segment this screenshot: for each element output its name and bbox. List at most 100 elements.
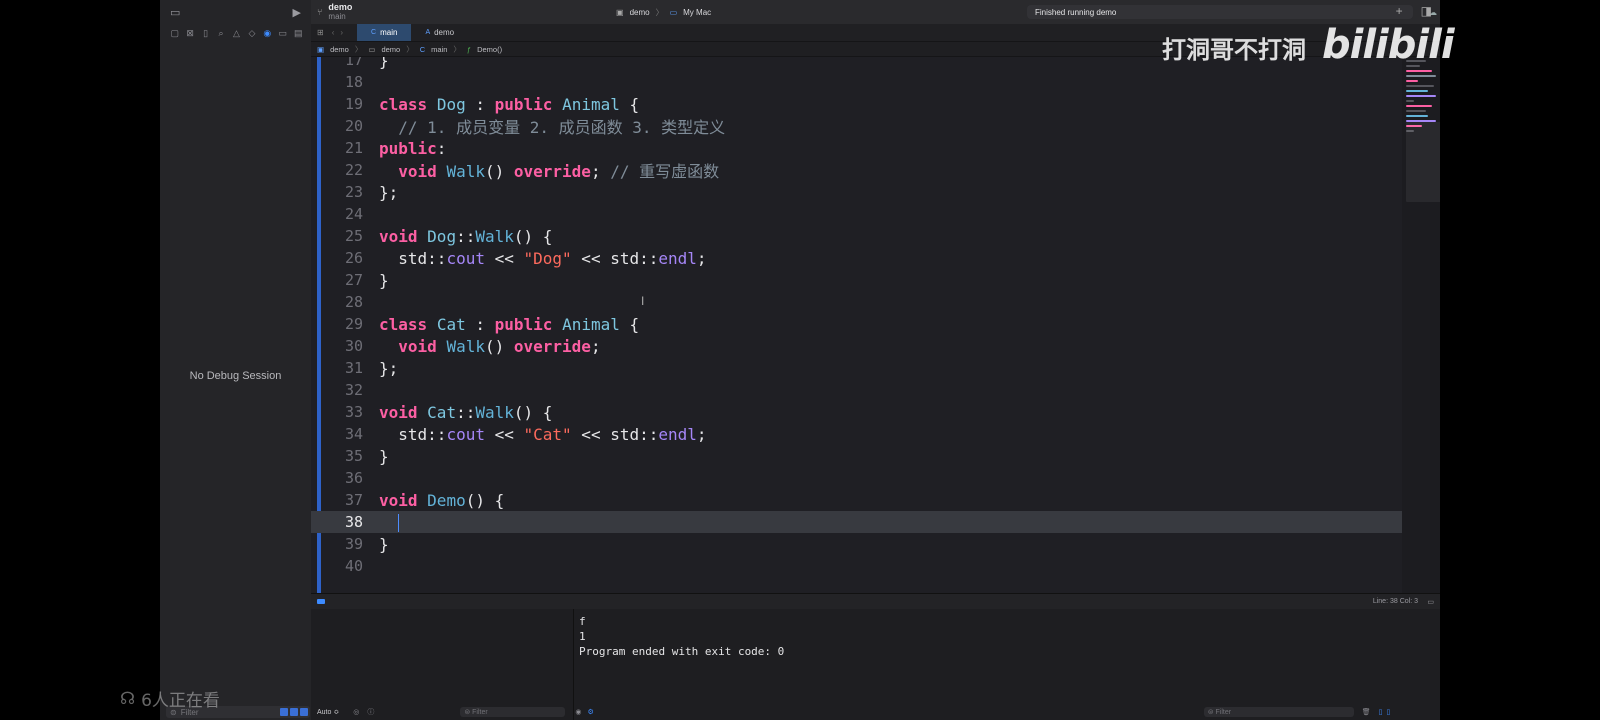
console-line: 1 bbox=[579, 630, 586, 643]
line-number: 18 bbox=[344, 73, 363, 91]
filter-icon: ⊜ bbox=[1207, 709, 1216, 716]
line-number: 36 bbox=[344, 469, 363, 487]
line-number: 33 bbox=[344, 403, 363, 421]
toolbar-right: + ◨ bbox=[1396, 4, 1432, 18]
code-line: 35} bbox=[311, 445, 1402, 467]
code-text: std::cout << "Cat" << std::endl; bbox=[379, 424, 707, 444]
line-number: 24 bbox=[344, 205, 363, 223]
minimap[interactable] bbox=[1402, 57, 1440, 593]
source-editor[interactable]: 17} 18 19 class Dog : public Animal { 20 … bbox=[311, 57, 1402, 593]
code-line: 34 std::cout << "Cat" << std::endl; bbox=[311, 423, 1402, 445]
tab-main[interactable]: C main bbox=[357, 24, 412, 41]
line-number: 38 bbox=[344, 513, 363, 531]
console-line: Program ended with exit code: 0 bbox=[579, 645, 785, 658]
run-button[interactable]: ▶ bbox=[293, 6, 301, 19]
sidebar-toggle-icon[interactable]: ▭ bbox=[170, 6, 180, 19]
line-number: 19 bbox=[344, 95, 363, 113]
app-file-icon: A bbox=[425, 29, 431, 36]
current-code-line: 38 bbox=[311, 511, 1402, 533]
console-filter-field[interactable]: ⊜ Filter bbox=[1203, 707, 1354, 717]
destination-device: My Mac bbox=[683, 7, 712, 17]
line-number: 28 bbox=[344, 293, 363, 311]
source-control-icon[interactable]: ⊠ bbox=[185, 28, 194, 38]
variables-filter-field[interactable]: ⊜ Filter bbox=[460, 707, 566, 717]
app-icon: ▣ bbox=[616, 7, 624, 17]
line-number: 32 bbox=[344, 381, 363, 399]
line-number: 31 bbox=[344, 359, 363, 377]
scheme-name: demo bbox=[328, 2, 353, 12]
inspector-toggle-icon[interactable]: ◨ bbox=[1421, 4, 1432, 18]
code-line: 25 void Dog::Walk() { bbox=[311, 225, 1402, 247]
debug-area-divider[interactable]: Line: 38 Col: 3 ▭ bbox=[311, 593, 1440, 610]
project-navigator-icon[interactable]: ▢ bbox=[170, 28, 179, 38]
viewer-count: ☊ 6人正在看 bbox=[120, 686, 220, 712]
code-text: }; bbox=[379, 358, 399, 378]
filter-placeholder: Filter bbox=[472, 708, 488, 716]
scheme-info[interactable]: demo main bbox=[328, 2, 352, 22]
filter-icon: ⊜ bbox=[464, 709, 473, 716]
code-text: // 1. 成员变量 2. 成员函数 3. 类型定义 bbox=[379, 118, 726, 137]
debug-icon[interactable]: ⚙ bbox=[587, 708, 593, 716]
code-text: void Dog::Walk() { bbox=[379, 226, 553, 246]
c-file-icon: C bbox=[371, 29, 377, 36]
jumpbar-folder[interactable]: demo bbox=[381, 45, 400, 54]
jumpbar-project[interactable]: demo bbox=[330, 45, 349, 54]
auto-scope-selector[interactable]: Auto ≎ bbox=[317, 708, 339, 716]
code-text: } bbox=[379, 270, 389, 290]
report-icon[interactable]: ▤ bbox=[294, 28, 303, 38]
chevron-right-icon: 〉 bbox=[655, 7, 664, 17]
panel-toggle-icon[interactable]: ▭ bbox=[1427, 598, 1434, 606]
debug-navigator-icon[interactable]: ◉ bbox=[263, 28, 272, 38]
separator: 〉 bbox=[453, 44, 461, 54]
jumpbar-file[interactable]: main bbox=[431, 45, 447, 54]
split-left-icon[interactable]: ▯ bbox=[1379, 708, 1383, 716]
code-text: void Demo() { bbox=[379, 490, 505, 510]
xcode-window: ▭ ▶ ▢ ⊠ ▯ ⌕ △ ◇ ◉ ▭ ▤ No Debug Session ⊜… bbox=[160, 0, 1440, 720]
bookmark-icon[interactable]: ▯ bbox=[201, 28, 210, 38]
split-right-icon[interactable]: ▯ bbox=[1386, 708, 1390, 716]
console-line: f bbox=[579, 615, 586, 628]
line-number: 25 bbox=[344, 227, 363, 245]
line-number: 27 bbox=[344, 271, 363, 289]
code-line: 20 // 1. 成员变量 2. 成员函数 3. 类型定义 bbox=[311, 115, 1402, 137]
breakpoint-icon[interactable]: ▭ bbox=[278, 28, 288, 38]
line-number: 22 bbox=[344, 161, 363, 179]
find-icon[interactable]: ⌕ bbox=[216, 28, 225, 38]
filter-option-buttons[interactable] bbox=[280, 708, 310, 716]
trash-icon[interactable]: 🗑 bbox=[1362, 708, 1371, 716]
eye-icon[interactable]: ◉ bbox=[575, 708, 581, 716]
minimap-viewport[interactable] bbox=[1406, 122, 1440, 202]
tab-demo[interactable]: A demo bbox=[411, 24, 468, 41]
code-line: 23}; bbox=[311, 181, 1402, 203]
code-line: 36 bbox=[311, 467, 1402, 489]
code-line: 37 void Demo() { bbox=[311, 489, 1402, 511]
debug-area-toggle-icon[interactable] bbox=[317, 599, 325, 604]
destination-scheme: demo bbox=[629, 7, 650, 17]
test-icon[interactable]: ◇ bbox=[247, 28, 256, 38]
code-text bbox=[379, 512, 400, 532]
navigator-toolbar: ▭ ▶ bbox=[160, 0, 311, 24]
issue-icon[interactable]: △ bbox=[232, 28, 241, 38]
line-number: 20 bbox=[344, 117, 363, 135]
line-number: 40 bbox=[344, 557, 363, 575]
debug-bottom-bar: Auto ≎ ◎ ⓘ ⊜ Filter ◉ ⚙ ⊜ Filter 🗑 ▯ ▯ bbox=[311, 704, 1440, 720]
grid-icon[interactable]: ⊞ bbox=[317, 28, 324, 37]
line-number: 21 bbox=[344, 139, 363, 157]
navigation-arrows[interactable]: ‹› bbox=[332, 28, 349, 37]
code-line: 28 bbox=[311, 291, 1402, 313]
code-line: 31}; bbox=[311, 357, 1402, 379]
code-line: 40 bbox=[311, 555, 1402, 577]
code-text: class Dog : public Animal { bbox=[379, 94, 640, 114]
add-icon[interactable]: + bbox=[1396, 4, 1403, 18]
code-line: 30 void Walk() override; bbox=[311, 335, 1402, 357]
eye-icon[interactable]: ◎ bbox=[353, 708, 359, 716]
info-icon[interactable]: ⓘ bbox=[367, 707, 374, 717]
navigator-tabs: ▢ ⊠ ▯ ⌕ △ ◇ ◉ ▭ ▤ bbox=[160, 24, 311, 44]
code-text: } bbox=[379, 534, 389, 554]
run-destination[interactable]: ▣ demo 〉 ▭ My Mac bbox=[616, 5, 711, 19]
line-number: 34 bbox=[344, 425, 363, 443]
folder-icon: ▭ bbox=[368, 44, 376, 54]
code-line: 24 bbox=[311, 203, 1402, 225]
viewer-count-text: 6人正在看 bbox=[141, 691, 220, 711]
jumpbar-symbol[interactable]: Demo() bbox=[477, 45, 502, 54]
